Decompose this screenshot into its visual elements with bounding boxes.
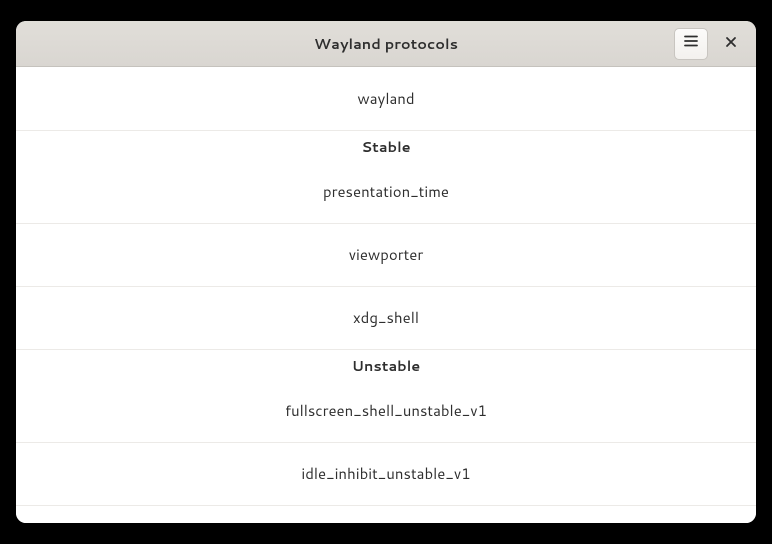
list-item-label: fullscreen_shell_unstable_v1 — [285, 400, 487, 421]
protocol-list[interactable]: wayland Stable presentation_time viewpor… — [16, 67, 756, 523]
window-title: Wayland protocols — [16, 33, 756, 54]
section-header-stable: Stable — [16, 130, 756, 160]
app-window: Wayland protocols wayland Stable present… — [16, 21, 756, 523]
section-header-label: Stable — [361, 136, 410, 157]
list-item[interactable]: viewporter — [16, 223, 756, 286]
list-item[interactable]: input_method_unstable_v1 — [16, 505, 756, 523]
list-item-label: presentation_time — [323, 181, 449, 202]
list-item[interactable]: wayland — [16, 67, 756, 130]
section-header-unstable: Unstable — [16, 349, 756, 379]
list-item[interactable]: presentation_time — [16, 160, 756, 223]
list-item[interactable]: fullscreen_shell_unstable_v1 — [16, 379, 756, 442]
hamburger-icon — [683, 33, 699, 54]
list-item-label: viewporter — [349, 244, 424, 265]
list-item-label: wayland — [357, 88, 414, 109]
list-item-label: xdg_shell — [353, 307, 419, 328]
list-item[interactable]: xdg_shell — [16, 286, 756, 349]
list-item-label: idle_inhibit_unstable_v1 — [301, 463, 470, 484]
close-button[interactable] — [714, 28, 748, 60]
menu-button[interactable] — [674, 28, 708, 60]
headerbar-controls — [674, 28, 756, 60]
close-icon — [724, 35, 738, 53]
section-header-label: Unstable — [352, 355, 421, 376]
list-item[interactable]: idle_inhibit_unstable_v1 — [16, 442, 756, 505]
headerbar: Wayland protocols — [16, 21, 756, 67]
